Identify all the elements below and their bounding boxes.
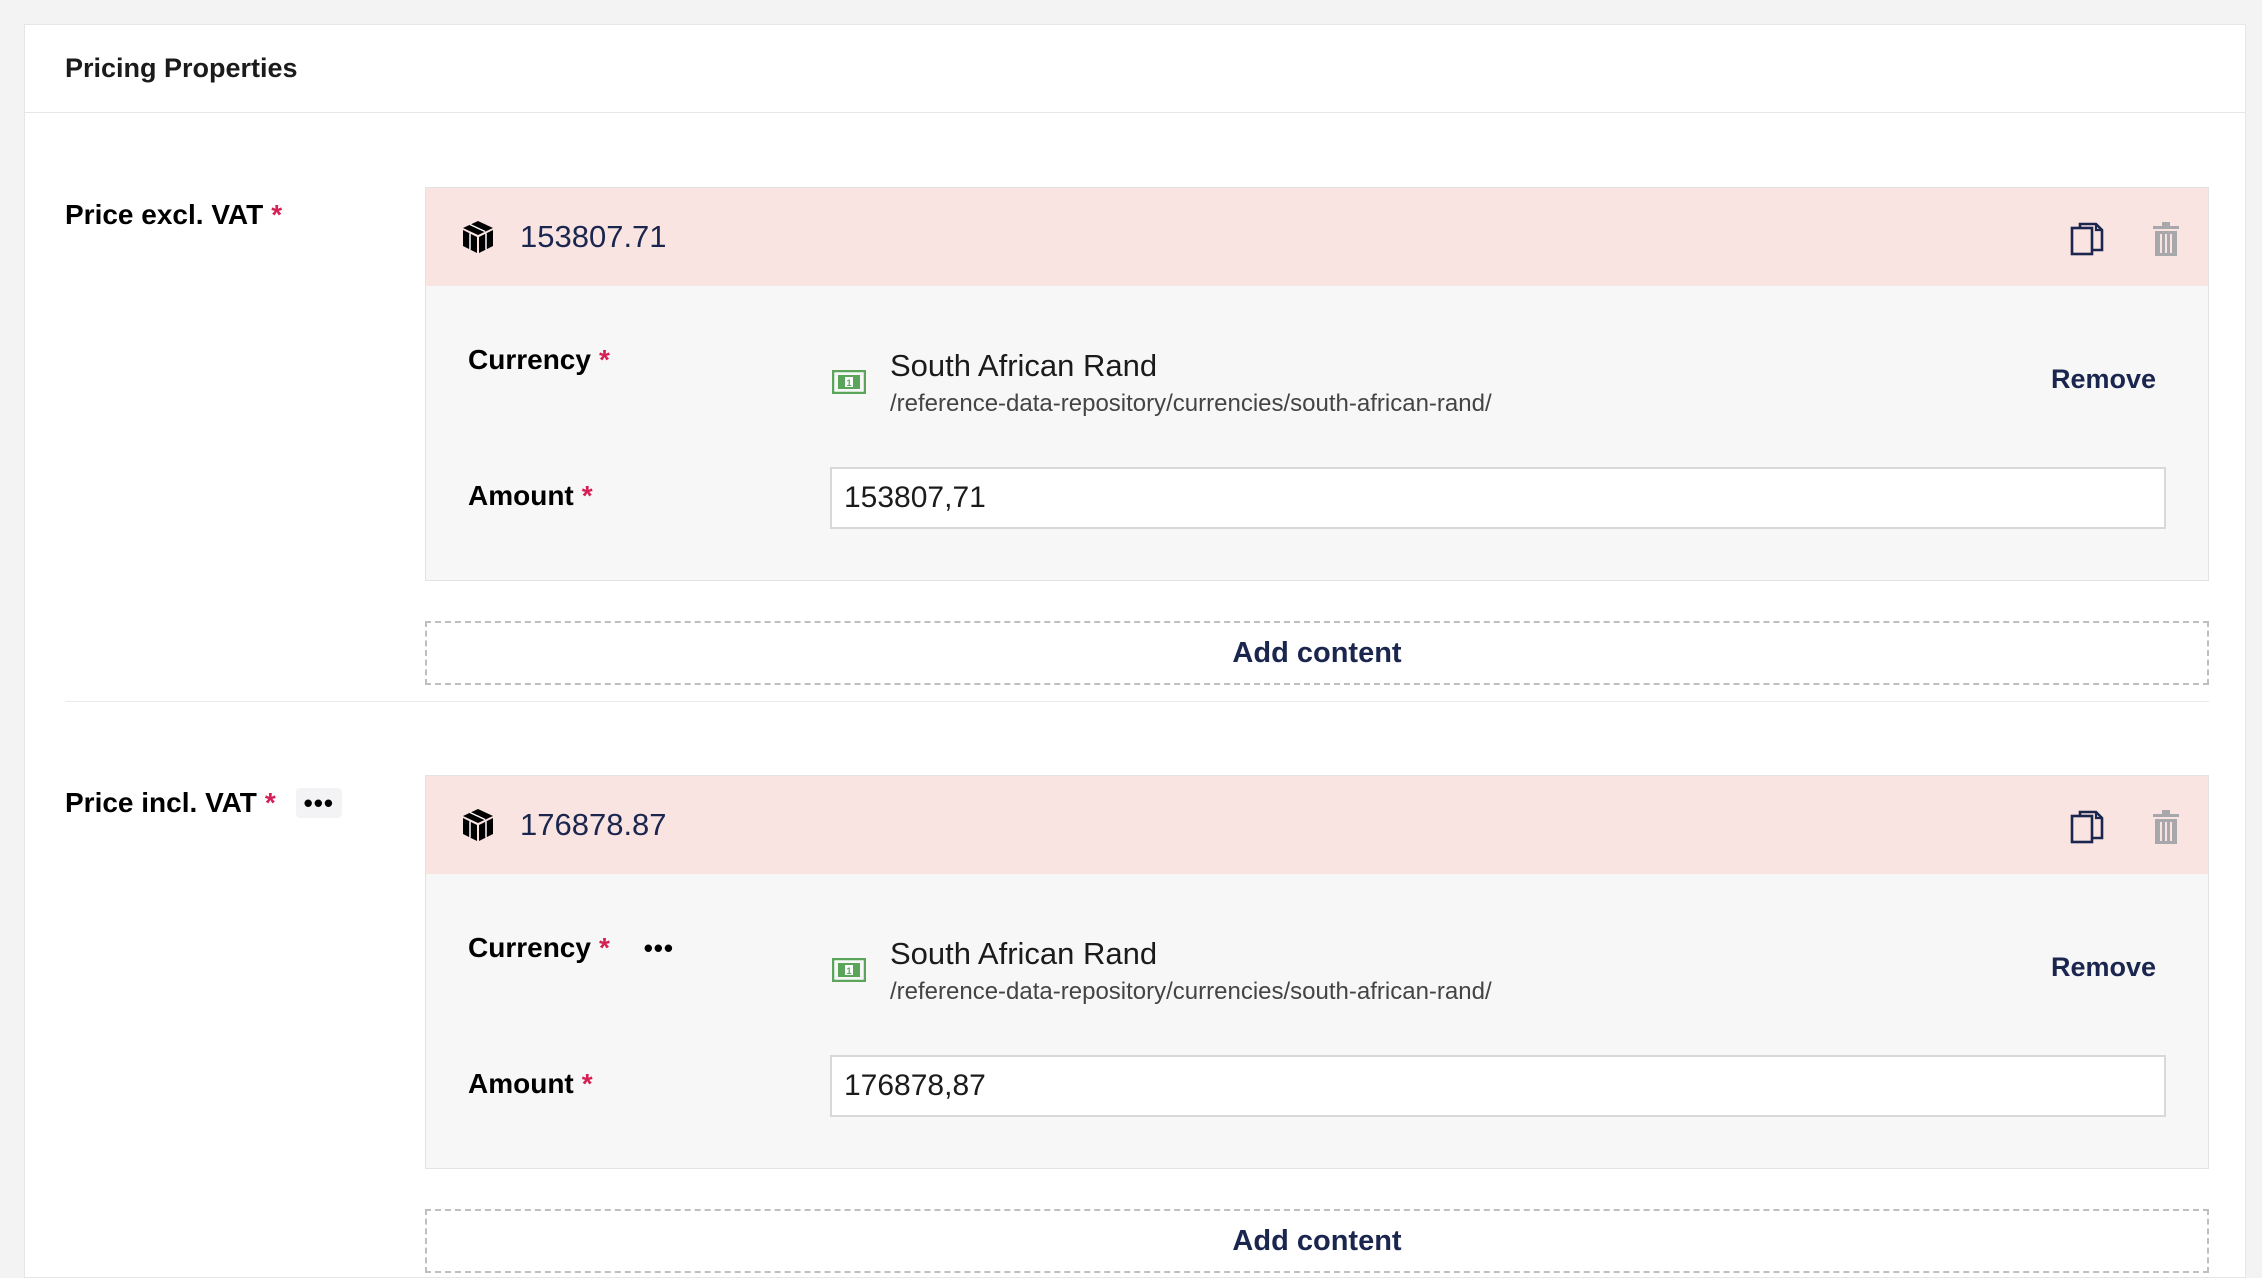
required-marker: * xyxy=(581,1068,593,1099)
cube-icon xyxy=(463,809,493,841)
required-marker: * xyxy=(598,344,610,375)
amount-label: Amount * xyxy=(468,1068,593,1100)
currency-label-text: Currency xyxy=(468,344,591,375)
currency-value[interactable]: South African Rand xyxy=(890,936,1157,972)
property-label-text: Price incl. VAT xyxy=(65,787,257,818)
property-label: Price incl. VAT * ••• xyxy=(65,787,342,819)
svg-text:1: 1 xyxy=(846,966,851,976)
trash-icon[interactable] xyxy=(2152,222,2180,256)
currency-icon: 1 xyxy=(832,958,866,982)
amount-label: Amount * xyxy=(468,480,593,512)
block-name: 176878.87 xyxy=(520,807,667,842)
currency-path: /reference-data-repository/currencies/so… xyxy=(890,390,1492,417)
block-item: 176878.87 Currency * ••• 1 South African… xyxy=(425,775,2209,1169)
currency-label: Currency * xyxy=(468,344,610,376)
pricing-properties-panel: Pricing Properties Price excl. VAT * 153… xyxy=(24,24,2246,1278)
copy-icon[interactable] xyxy=(2070,222,2104,256)
amount-label-text: Amount xyxy=(468,480,574,511)
panel-title: Pricing Properties xyxy=(65,53,298,83)
amount-input[interactable] xyxy=(830,467,2166,529)
panel-header: Pricing Properties xyxy=(25,25,2245,113)
amount-label-text: Amount xyxy=(468,1068,574,1099)
block-item: 153807.71 Currency * 1 South African Ran… xyxy=(425,187,2209,581)
currency-actions-more-icon[interactable]: ••• xyxy=(636,933,682,963)
currency-value[interactable]: South African Rand xyxy=(890,348,1157,384)
property-actions-more-icon[interactable]: ••• xyxy=(295,788,342,818)
add-content-button[interactable]: Add content xyxy=(425,1209,2209,1273)
block-name: 153807.71 xyxy=(520,219,667,254)
amount-input[interactable] xyxy=(830,1055,2166,1117)
trash-icon[interactable] xyxy=(2152,810,2180,844)
remove-button[interactable]: Remove xyxy=(2051,952,2156,983)
currency-path: /reference-data-repository/currencies/so… xyxy=(890,978,1492,1005)
required-marker: * xyxy=(581,480,593,511)
currency-label: Currency * ••• xyxy=(468,932,682,964)
required-marker: * xyxy=(598,932,610,963)
copy-icon[interactable] xyxy=(2070,810,2104,844)
property-label: Price excl. VAT * xyxy=(65,199,282,231)
block-header[interactable]: 153807.71 xyxy=(426,188,2208,286)
block-header[interactable]: 176878.87 xyxy=(426,776,2208,874)
remove-button[interactable]: Remove xyxy=(2051,364,2156,395)
cube-icon xyxy=(463,221,493,253)
add-content-button[interactable]: Add content xyxy=(425,621,2209,685)
property-label-text: Price excl. VAT xyxy=(65,199,264,230)
required-marker: * xyxy=(264,787,276,818)
property-divider xyxy=(65,701,2209,702)
required-marker: * xyxy=(271,199,283,230)
svg-text:1: 1 xyxy=(846,378,851,388)
currency-label-text: Currency xyxy=(468,932,591,963)
currency-icon: 1 xyxy=(832,370,866,394)
